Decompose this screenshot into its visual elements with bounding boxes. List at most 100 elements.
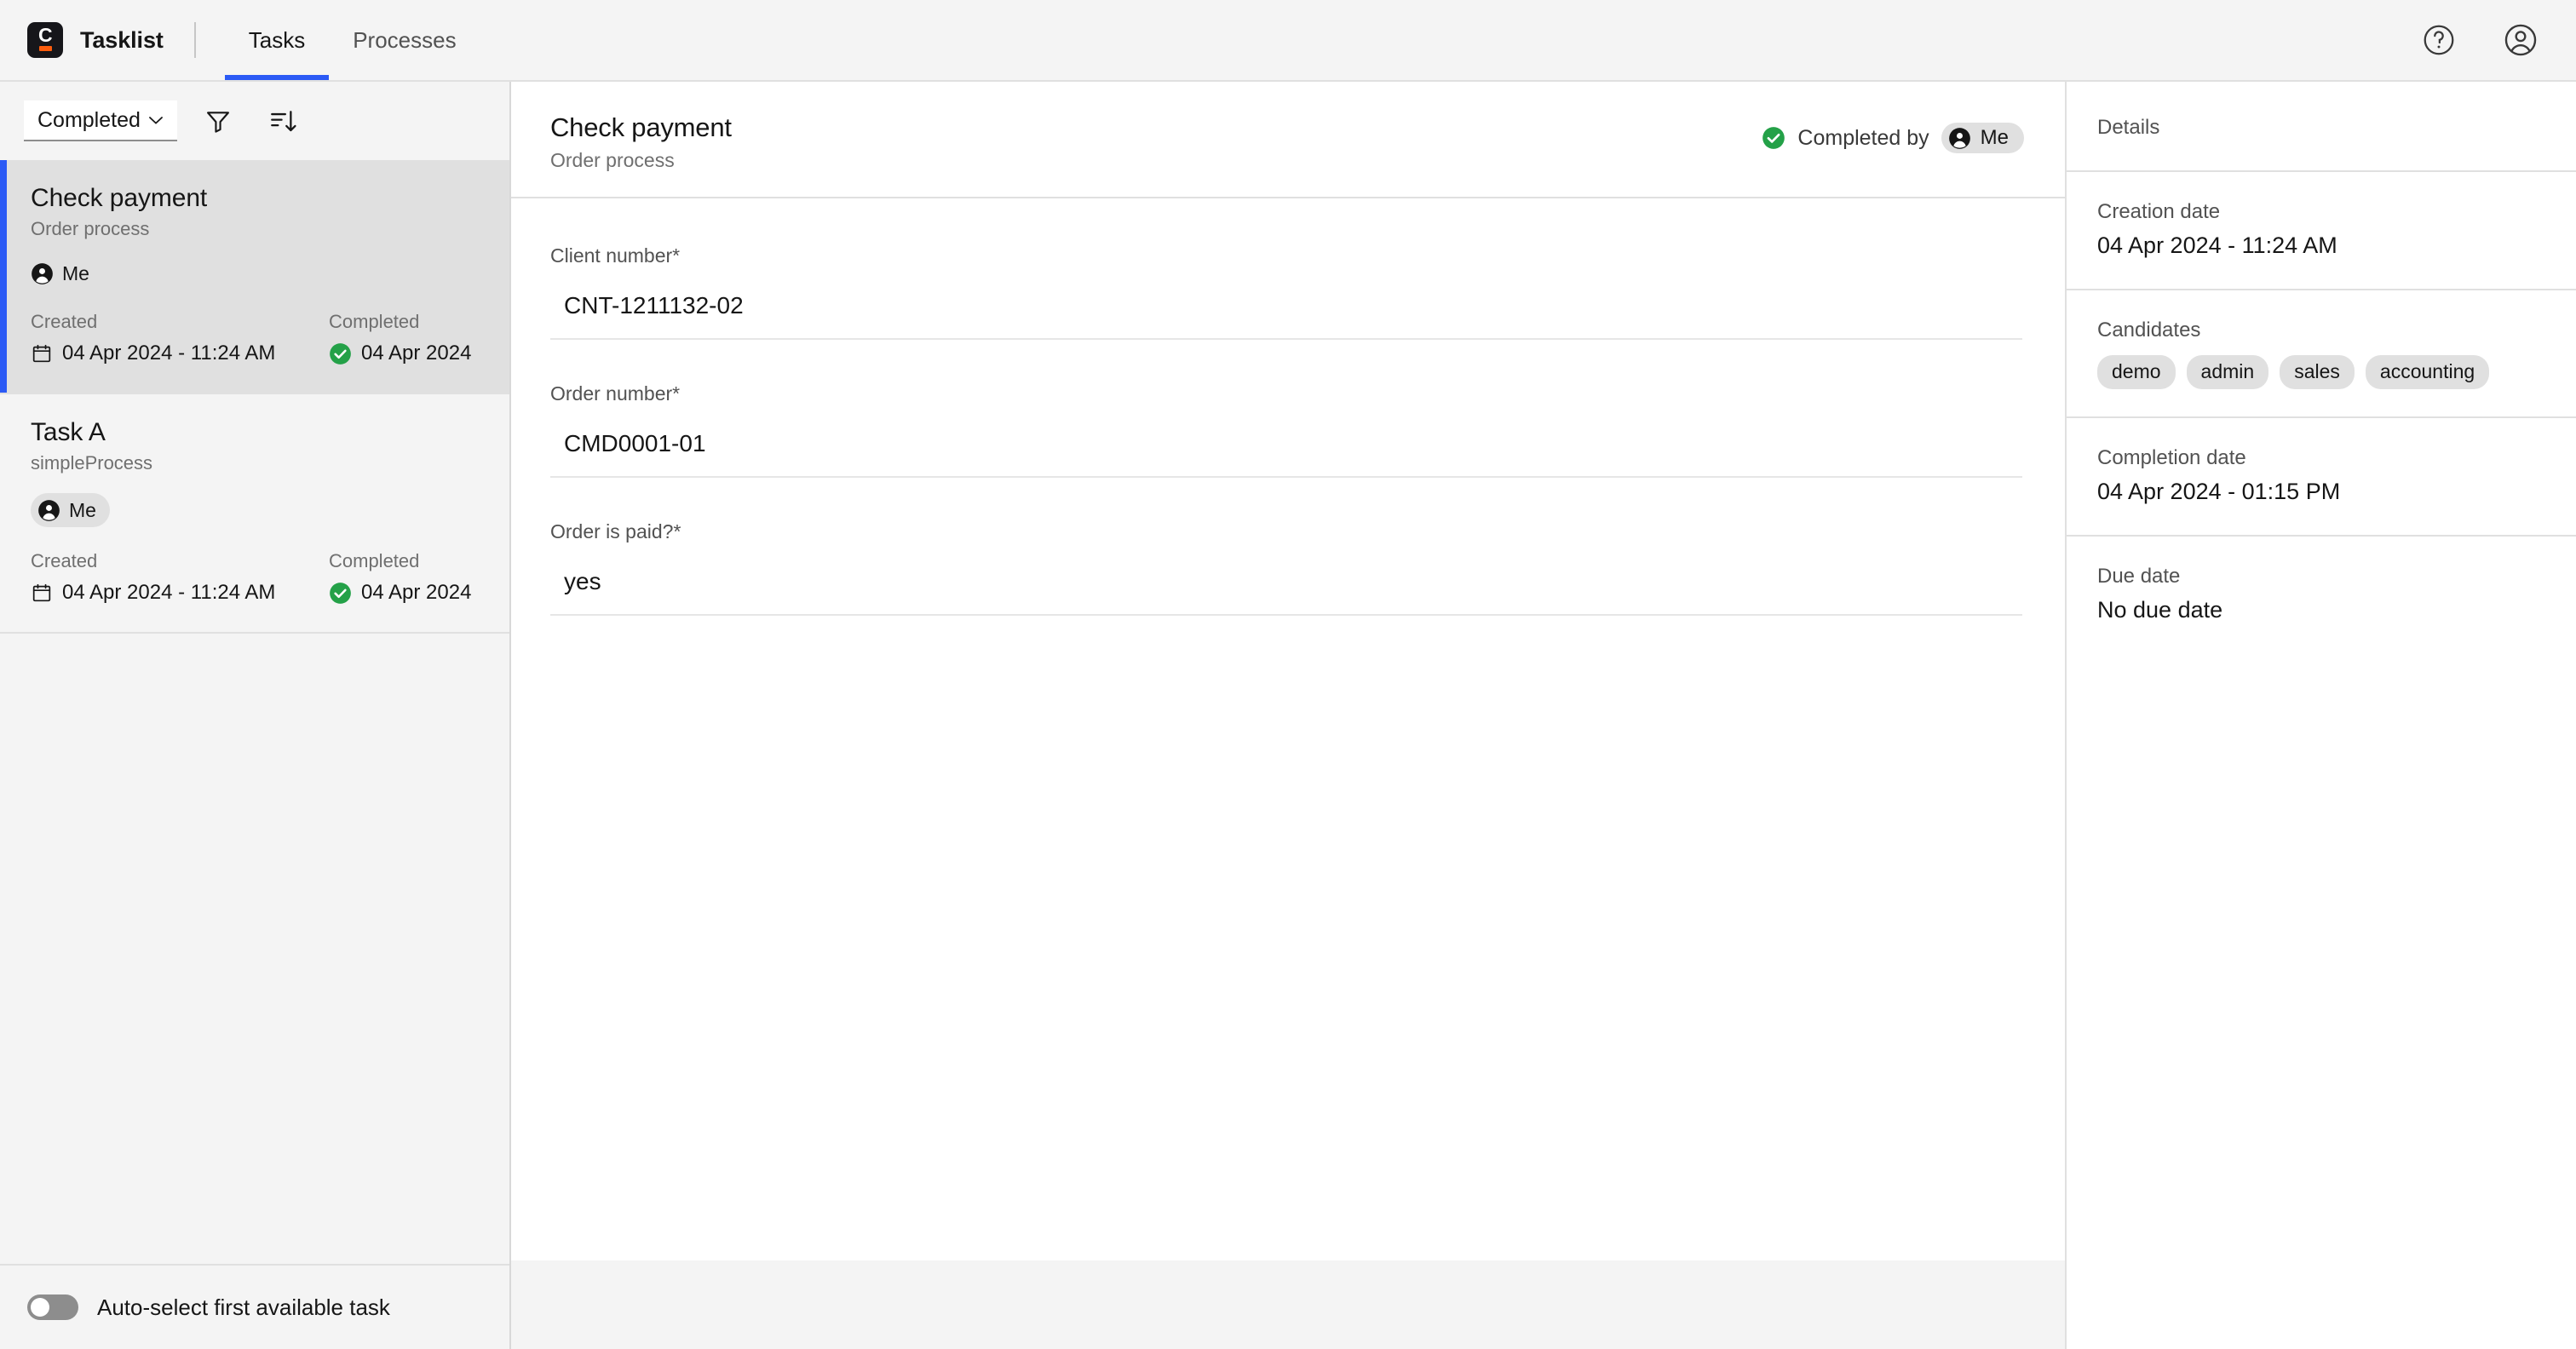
task-list-sidebar: Completed bbox=[0, 82, 511, 1349]
details-creation-date: Creation date 04 Apr 2024 - 11:24 AM bbox=[2067, 170, 2576, 289]
calendar-icon bbox=[31, 342, 53, 365]
check-circle-filled-icon bbox=[329, 582, 352, 605]
task-completed-col: Completed 04 Apr 2024 bbox=[329, 310, 471, 367]
form-field-label: Order is paid?* bbox=[550, 519, 2022, 544]
form-field-order-number: Order number* CMD0001-01 bbox=[550, 381, 2022, 478]
task-assignee-label: Me bbox=[69, 496, 96, 525]
user-filled-icon bbox=[31, 262, 54, 285]
task-created-label: Created bbox=[31, 310, 329, 334]
task-created-value: 04 Apr 2024 - 11:24 AM bbox=[62, 340, 275, 367]
details-due-date-value: No due date bbox=[2097, 594, 2545, 626]
task-completed-value-row: 04 Apr 2024 bbox=[329, 340, 471, 367]
chevron-down-icon bbox=[145, 109, 167, 131]
tab-processes-label: Processes bbox=[353, 27, 456, 54]
task-detail-panel: Check payment Order process Completed by bbox=[511, 82, 2065, 1349]
details-candidates: Candidates demo admin sales accounting bbox=[2067, 289, 2576, 416]
task-form-fields: Client number* CNT-1211132-02 Order numb… bbox=[550, 243, 2022, 616]
task-created-label: Created bbox=[31, 549, 329, 573]
task-completed-label: Completed bbox=[329, 310, 471, 334]
candidate-tag: sales bbox=[2280, 355, 2355, 389]
calendar-icon bbox=[31, 582, 53, 604]
details-completion-date: Completion date 04 Apr 2024 - 01:15 PM bbox=[2067, 416, 2576, 535]
details-completion-date-value: 04 Apr 2024 - 01:15 PM bbox=[2097, 475, 2545, 508]
brand-block[interactable]: C Tasklist bbox=[0, 0, 194, 80]
task-process-name: simpleProcess bbox=[31, 451, 484, 476]
topbar-actions bbox=[2418, 0, 2576, 80]
details-heading: Details bbox=[2067, 82, 2576, 170]
form-field-value[interactable]: yes bbox=[550, 544, 2022, 616]
details-creation-date-label: Creation date bbox=[2097, 198, 2545, 227]
auto-select-toggle-label: Auto-select first available task bbox=[97, 1294, 390, 1321]
details-due-date: Due date No due date bbox=[2067, 535, 2576, 653]
task-list: Check payment Order process Me bbox=[0, 160, 509, 1264]
form-field-label: Order number* bbox=[550, 381, 2022, 406]
task-detail-title: Check payment bbox=[550, 111, 1762, 145]
app-title: Tasklist bbox=[80, 27, 164, 54]
task-title: Check payment bbox=[31, 182, 484, 215]
form-field-label: Client number* bbox=[550, 243, 2022, 268]
form-field-value[interactable]: CNT-1211132-02 bbox=[550, 268, 2022, 340]
task-created-value: 04 Apr 2024 - 11:24 AM bbox=[62, 579, 275, 606]
toggle-knob bbox=[31, 1298, 49, 1317]
task-detail-process: Order process bbox=[550, 147, 1762, 173]
task-meta-row: Created 04 Apr 2024 - 11:24 AM bbox=[31, 549, 484, 606]
task-form: Client number* CNT-1211132-02 Order numb… bbox=[511, 198, 2065, 1260]
sort-descending-icon[interactable] bbox=[259, 97, 307, 145]
details-sidebar: Details Creation date 04 Apr 2024 - 11:2… bbox=[2065, 82, 2576, 1349]
task-detail-heading-block: Check payment Order process bbox=[550, 111, 1762, 173]
task-detail-footer bbox=[511, 1260, 2065, 1349]
details-creation-date-value: 04 Apr 2024 - 11:24 AM bbox=[2097, 229, 2545, 261]
sidebar-toolbar: Completed bbox=[0, 82, 509, 160]
task-completed-value: 04 Apr 2024 bbox=[361, 579, 471, 606]
completed-by-user-label: Me bbox=[1981, 126, 2009, 150]
task-assignee-row: Me bbox=[31, 259, 484, 288]
tab-processes[interactable]: Processes bbox=[329, 0, 480, 80]
candidate-tag: demo bbox=[2097, 355, 2176, 389]
details-completion-date-label: Completion date bbox=[2097, 444, 2545, 473]
task-meta-row: Created 04 Apr 2024 - 11:24 AM bbox=[31, 310, 484, 367]
main-layout: Completed bbox=[0, 82, 2576, 1349]
form-field-value[interactable]: CMD0001-01 bbox=[550, 406, 2022, 478]
form-field-order-is-paid: Order is paid?* yes bbox=[550, 519, 2022, 616]
task-created-value-row: 04 Apr 2024 - 11:24 AM bbox=[31, 579, 329, 606]
filter-funnel-icon[interactable] bbox=[194, 97, 242, 145]
task-completed-value-row: 04 Apr 2024 bbox=[329, 579, 471, 606]
candidate-tag: admin bbox=[2187, 355, 2269, 389]
user-filled-icon bbox=[37, 499, 60, 522]
check-circle-filled-icon bbox=[329, 342, 352, 365]
user-avatar-icon[interactable] bbox=[2499, 19, 2542, 61]
task-list-item[interactable]: Task A simpleProcess Me bbox=[0, 394, 509, 634]
task-completed-col: Completed 04 Apr 2024 bbox=[329, 549, 471, 606]
auto-select-toggle[interactable] bbox=[27, 1294, 78, 1320]
task-created-value-row: 04 Apr 2024 - 11:24 AM bbox=[31, 340, 329, 367]
camunda-logo-icon: C bbox=[27, 22, 63, 58]
task-completed-value: 04 Apr 2024 bbox=[361, 340, 471, 367]
task-assignee: Me bbox=[31, 259, 89, 288]
task-filter-select[interactable]: Completed bbox=[24, 100, 177, 141]
tab-tasks[interactable]: Tasks bbox=[225, 0, 329, 80]
user-filled-icon bbox=[1948, 127, 1971, 150]
help-circle-icon[interactable] bbox=[2418, 19, 2460, 61]
candidate-tag: accounting bbox=[2366, 355, 2489, 389]
task-title: Task A bbox=[31, 416, 484, 449]
task-assignee-row: Me bbox=[31, 493, 484, 527]
task-process-name: Order process bbox=[31, 216, 484, 242]
tab-tasks-label: Tasks bbox=[249, 27, 305, 54]
top-navigation-bar: C Tasklist Tasks Processes bbox=[0, 0, 2576, 82]
nav-tabs: Tasks Processes bbox=[196, 0, 480, 80]
task-filter-value: Completed bbox=[37, 108, 141, 133]
logo-letter: C bbox=[38, 26, 52, 43]
form-field-client-number: Client number* CNT-1211132-02 bbox=[550, 243, 2022, 340]
logo-accent-bar bbox=[39, 46, 52, 51]
details-due-date-label: Due date bbox=[2097, 562, 2545, 591]
task-completed-label: Completed bbox=[329, 549, 471, 573]
candidate-tag-list: demo admin sales accounting bbox=[2097, 355, 2545, 389]
task-completed-status: Completed by Me bbox=[1762, 111, 2024, 153]
task-created-col: Created 04 Apr 2024 - 11:24 AM bbox=[31, 549, 329, 606]
task-created-col: Created 04 Apr 2024 - 11:24 AM bbox=[31, 310, 329, 367]
sidebar-footer: Auto-select first available task bbox=[0, 1264, 509, 1349]
completed-by-user-chip: Me bbox=[1941, 123, 2024, 153]
completed-by-label: Completed by bbox=[1797, 126, 1929, 151]
task-list-item[interactable]: Check payment Order process Me bbox=[0, 160, 509, 394]
check-circle-filled-icon bbox=[1762, 126, 1785, 150]
